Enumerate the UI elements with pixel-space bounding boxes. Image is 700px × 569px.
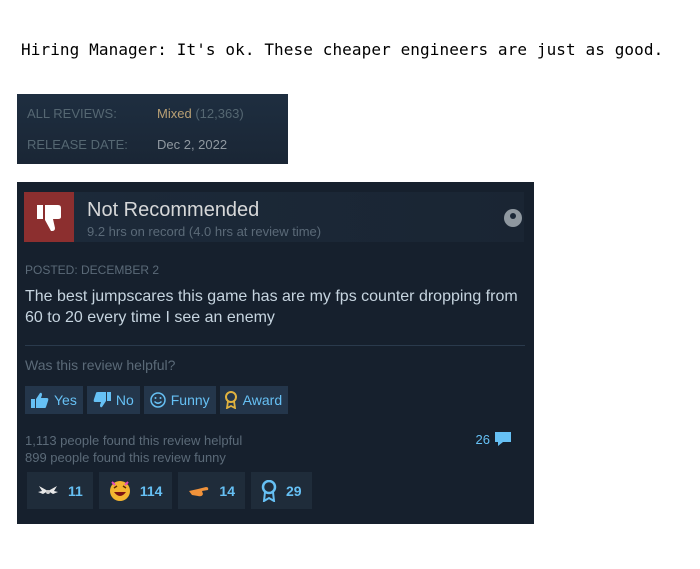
award-list: 11 114 14 29 <box>27 472 312 509</box>
helpful-prompt: Was this review helpful? <box>25 357 176 373</box>
award-label: Award <box>242 392 283 408</box>
award-item-medal[interactable]: 29 <box>250 472 312 509</box>
funny-count: 899 people found this review funny <box>25 450 226 465</box>
vote-buttons: Yes No Funny Award <box>25 386 289 414</box>
award-item-hand[interactable]: 14 <box>178 472 245 509</box>
release-date-row: RELEASE DATE: Dec 2, 2022 <box>27 137 227 152</box>
award-item-wings[interactable]: 11 <box>27 472 93 509</box>
comment-bubble-icon <box>495 432 511 446</box>
comments-link[interactable]: 26 <box>476 431 512 447</box>
all-reviews-count: (12,363) <box>195 106 244 121</box>
award-ribbon-icon <box>224 391 237 409</box>
helpful-count: 1,113 people found this review helpful <box>25 433 243 448</box>
review-body: The best jumpscares this game has are my… <box>25 288 518 326</box>
comment-count: 26 <box>475 431 490 447</box>
wings-icon <box>38 485 58 494</box>
vote-yes-button[interactable]: Yes <box>25 386 83 414</box>
award-item-laugh[interactable]: 114 <box>98 472 173 509</box>
laughing-face-icon <box>109 480 130 501</box>
review-stats: 1,113 people found this review helpful 8… <box>25 432 242 466</box>
all-reviews-label: ALL REVIEWS: <box>27 106 117 121</box>
thumbs-down-small-icon <box>93 392 111 408</box>
hand-icon <box>189 486 209 496</box>
vote-funny-button[interactable]: Funny <box>143 386 216 414</box>
caption-text: Hiring Manager: It's ok. These cheaper e… <box>21 40 664 59</box>
award-count: 114 <box>139 482 163 499</box>
award-count: 14 <box>219 482 235 499</box>
release-date-value: Dec 2, 2022 <box>157 137 228 152</box>
review-summary-panel: ALL REVIEWS: Mixed (12,363) RELEASE DATE:… <box>17 94 288 164</box>
review-card: Not Recommended 9.2 hrs on record (4.0 h… <box>17 182 534 524</box>
review-header[interactable]: Not Recommended 9.2 hrs on record (4.0 h… <box>24 192 524 242</box>
thumbs-down-icon <box>24 192 74 242</box>
medal-icon <box>261 479 277 502</box>
release-date-label: RELEASE DATE: <box>27 137 128 152</box>
award-count: 11 <box>68 482 83 499</box>
thumbs-up-icon <box>31 392 49 408</box>
vote-yes-label: Yes <box>54 392 77 408</box>
vote-no-button[interactable]: No <box>86 386 140 414</box>
hours-on-record: 9.2 hrs on record (4.0 hrs at review tim… <box>87 224 322 239</box>
award-button[interactable]: Award <box>219 386 289 414</box>
steam-logo-icon <box>504 209 522 227</box>
all-reviews-row: ALL REVIEWS: Mixed (12,363) <box>27 106 244 121</box>
all-reviews-value[interactable]: Mixed <box>157 106 192 121</box>
vote-funny-label: Funny <box>170 392 210 408</box>
review-verdict: Not Recommended <box>87 199 260 221</box>
posted-date: POSTED: DECEMBER 2 <box>25 263 160 277</box>
vote-no-label: No <box>115 392 134 408</box>
divider <box>25 345 525 346</box>
award-count: 29 <box>285 482 302 499</box>
smiley-icon <box>150 392 166 408</box>
